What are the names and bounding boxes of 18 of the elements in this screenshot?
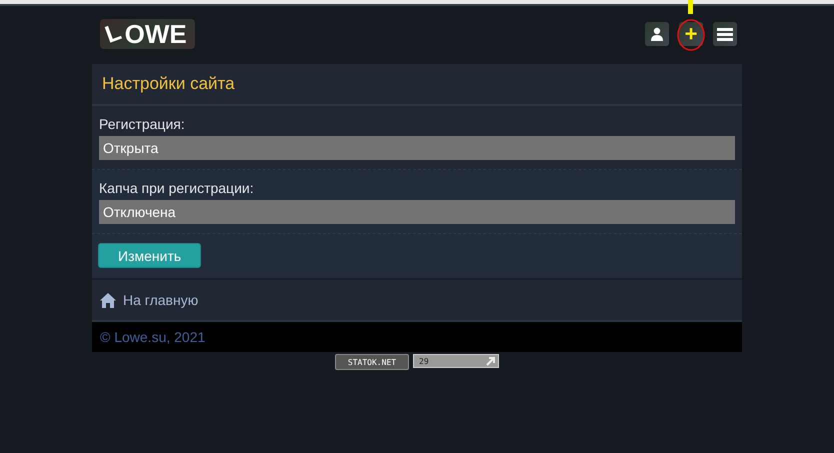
home-icon (100, 292, 116, 308)
profile-button[interactable] (645, 22, 669, 46)
field-label: Регистрация: (99, 116, 186, 132)
menu-icon (717, 28, 733, 40)
logo[interactable]: L OWE (100, 19, 195, 49)
select-field[interactable]: Отключена (99, 200, 735, 224)
field-label: Капча при регистрации: (99, 180, 255, 196)
select-field[interactable]: Открыта (99, 136, 735, 160)
page-title: Настройки сайта (102, 74, 235, 94)
arrow-icon (486, 356, 495, 366)
copyright-text: © Lowe.su, 2021 (100, 329, 206, 345)
menu-button[interactable] (713, 22, 737, 46)
user-icon (651, 27, 663, 41)
annotation-circle (675, 18, 707, 52)
add-button[interactable]: + (679, 22, 703, 46)
visit-counter[interactable]: 29 (413, 354, 499, 368)
counter-badge[interactable]: STATOK.NET (335, 354, 409, 370)
home-link[interactable]: На главную (123, 292, 198, 308)
